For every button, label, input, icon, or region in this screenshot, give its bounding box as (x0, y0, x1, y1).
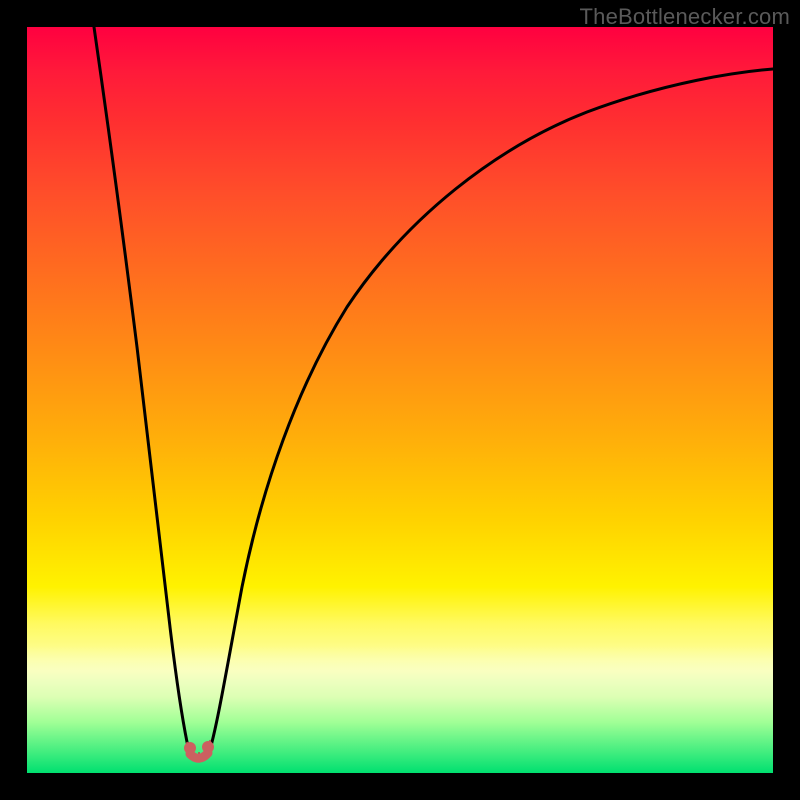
watermark-text: TheBottlenecker.com (580, 4, 790, 30)
plot-area (27, 27, 773, 773)
bottleneck-curve-left (94, 27, 190, 753)
curve-group (94, 27, 773, 761)
bottleneck-curve-svg (27, 27, 773, 773)
bottleneck-curve-right (209, 69, 773, 753)
minimum-connector (190, 753, 208, 758)
